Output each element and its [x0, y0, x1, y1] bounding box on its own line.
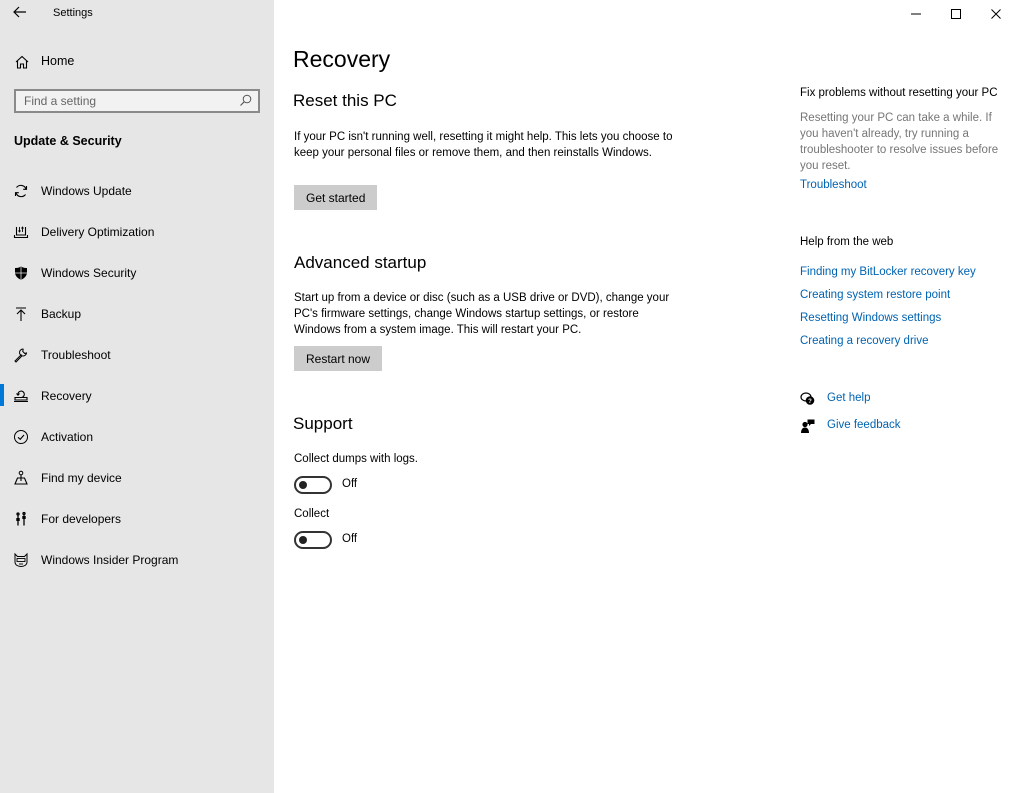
system-restore-link[interactable]: Creating system restore point	[800, 289, 950, 301]
sidebar-nav: Windows Update Delivery Optimization Win…	[0, 180, 274, 590]
wrench-icon	[14, 348, 28, 363]
collect-toggle[interactable]	[294, 531, 332, 549]
sidebar-item-label: Windows Insider Program	[41, 553, 179, 567]
sidebar-item-label: Recovery	[41, 389, 92, 403]
back-button[interactable]	[12, 4, 32, 22]
advanced-startup-heading: Advanced startup	[294, 253, 427, 272]
collect-label: Collect	[294, 508, 330, 520]
svg-text:?: ?	[808, 399, 812, 405]
toggle-knob	[299, 536, 307, 544]
title-bar: Settings	[0, 0, 274, 28]
sidebar-item-backup[interactable]: Backup	[0, 303, 274, 344]
reset-pc-heading: Reset this PC	[293, 91, 397, 110]
sync-icon	[14, 184, 28, 198]
recovery-icon	[14, 390, 28, 403]
delivery-optimization-icon	[13, 226, 29, 239]
maximize-button[interactable]	[936, 0, 976, 28]
minimize-button[interactable]	[896, 0, 936, 28]
sidebar-item-find-my-device[interactable]: Find my device	[0, 467, 274, 508]
shield-icon	[15, 266, 27, 280]
sidebar-item-label: Backup	[41, 307, 82, 321]
troubleshoot-link[interactable]: Troubleshoot	[800, 179, 867, 191]
get-help-icon: ?	[800, 392, 815, 405]
restart-now-button[interactable]: Restart now	[294, 346, 383, 371]
advanced-startup-description: Start up from a device or disc (such as …	[294, 292, 670, 336]
sidebar-item-delivery-optimization[interactable]: Delivery Optimization	[0, 221, 274, 262]
recovery-drive-link[interactable]: Creating a recovery drive	[800, 335, 928, 347]
developer-tools-icon	[16, 511, 26, 526]
search-input[interactable]	[16, 91, 236, 111]
sidebar-item-label: Activation	[41, 430, 94, 444]
sidebar-item-windows-update[interactable]: Windows Update	[0, 180, 274, 221]
close-button[interactable]	[976, 0, 1016, 28]
fix-problems-heading: Fix problems without resetting your PC	[800, 87, 998, 99]
window-controls	[894, 0, 1024, 28]
give-feedback-icon	[801, 419, 815, 433]
sidebar-item-label: For developers	[41, 512, 122, 526]
app-title: Settings	[53, 7, 93, 19]
sidebar-item-label: Windows Security	[41, 266, 137, 280]
back-arrow-icon	[13, 6, 26, 18]
sidebar-item-label: Find my device	[41, 471, 122, 485]
collect-dumps-toggle[interactable]	[294, 476, 332, 494]
sidebar-item-label: Windows Update	[41, 184, 132, 198]
minimize-icon	[911, 13, 921, 15]
main-content: Recovery Reset this PC If your PC isn't …	[274, 0, 1024, 793]
home-icon	[15, 55, 29, 69]
sidebar-item-for-developers[interactable]: For developers	[0, 508, 274, 549]
sidebar-item-label: Home	[41, 54, 75, 68]
resetting-windows-link[interactable]: Resetting Windows settings	[800, 312, 941, 324]
collect-dumps-state: Off	[342, 478, 358, 490]
bitlocker-key-link[interactable]: Finding my BitLocker recovery key	[800, 266, 976, 278]
reset-pc-description: If your PC isn't running well, resetting…	[294, 131, 673, 159]
collect-dumps-label: Collect dumps with logs.	[294, 453, 418, 465]
maximize-icon	[951, 9, 961, 19]
fix-problems-text: Resetting your PC can take a while. If y…	[800, 112, 999, 172]
check-circle-icon	[14, 430, 28, 444]
get-help-link[interactable]: Get help	[827, 392, 870, 404]
close-icon	[991, 9, 1001, 19]
sidebar-item-home[interactable]: Home	[0, 50, 274, 74]
give-feedback-link[interactable]: Give feedback	[827, 419, 901, 431]
active-indicator	[0, 384, 4, 406]
find-device-icon	[14, 470, 28, 485]
upload-arrow-icon	[16, 307, 26, 321]
search-icon[interactable]	[239, 94, 252, 107]
help-from-web-heading: Help from the web	[800, 236, 894, 248]
sidebar-item-recovery[interactable]: Recovery	[0, 384, 274, 426]
sidebar-item-windows-insider-program[interactable]: Windows Insider Program	[0, 549, 274, 590]
get-started-button[interactable]: Get started	[294, 185, 378, 210]
sidebar-item-windows-security[interactable]: Windows Security	[0, 262, 274, 303]
sidebar-item-troubleshoot[interactable]: Troubleshoot	[0, 344, 274, 385]
collect-state: Off	[342, 533, 358, 545]
sidebar: Settings Home Update & Security Windows …	[0, 0, 274, 793]
section-title: Update & Security	[14, 134, 122, 148]
toggle-knob	[299, 481, 307, 489]
sidebar-item-label: Delivery Optimization	[41, 225, 155, 239]
search-box[interactable]	[14, 89, 260, 113]
sidebar-item-activation[interactable]: Activation	[0, 426, 274, 467]
page-title: Recovery	[293, 46, 391, 72]
insider-cat-icon	[14, 552, 28, 568]
support-heading: Support	[293, 414, 353, 433]
sidebar-item-label: Troubleshoot	[41, 348, 111, 362]
